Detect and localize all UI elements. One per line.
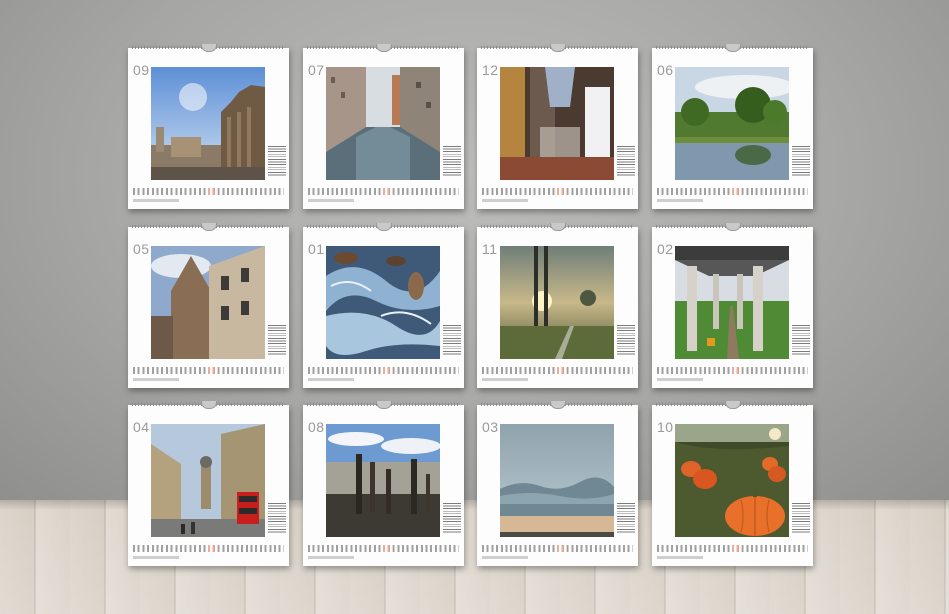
hanger-hook — [376, 401, 392, 409]
old-tower-photo — [151, 246, 265, 359]
city-ruins-photo — [151, 67, 265, 180]
misty-sunrise-photo — [500, 246, 614, 359]
month-number: 07 — [308, 62, 325, 78]
london-street-photo — [151, 424, 265, 537]
day-strip — [657, 545, 808, 552]
canal-photo — [326, 67, 440, 180]
month-number: 06 — [657, 62, 674, 78]
footer-line — [308, 199, 354, 202]
caption-text — [617, 146, 635, 176]
month-number: 02 — [657, 241, 674, 257]
caption-text — [268, 146, 286, 176]
caption-text — [792, 146, 810, 176]
day-strip — [133, 545, 284, 552]
month-number: 04 — [133, 419, 150, 435]
calendar-page: 08 — [303, 401, 464, 566]
calendar-page: 11 — [477, 223, 638, 388]
calendar-page: 10 — [652, 401, 813, 566]
footer-line — [308, 556, 354, 559]
calendar-page: 03 — [477, 401, 638, 566]
caption-text — [443, 503, 461, 533]
caption-text — [617, 325, 635, 355]
calendar-page: 12 — [477, 44, 638, 209]
hanger-hook — [725, 401, 741, 409]
cloud-bank-photo — [500, 424, 614, 537]
hanger-hook — [201, 223, 217, 231]
day-strip — [657, 188, 808, 195]
month-number: 12 — [482, 62, 499, 78]
ice-leaves-photo — [326, 246, 440, 359]
pumpkin-field-photo — [675, 424, 789, 537]
church-interior-photo — [500, 67, 614, 180]
wooden-posts-shore-photo — [326, 424, 440, 537]
caption-text — [617, 503, 635, 533]
footer-line — [133, 378, 179, 381]
caption-text — [443, 146, 461, 176]
hanger-hook — [376, 223, 392, 231]
day-strip — [308, 367, 459, 374]
month-number: 09 — [133, 62, 150, 78]
calendar-page: 04 — [128, 401, 289, 566]
footer-line — [482, 378, 528, 381]
day-strip — [482, 545, 633, 552]
hanger-hook — [201, 401, 217, 409]
hanger-hook — [550, 44, 566, 52]
bridge-pillars-photo — [675, 246, 789, 359]
month-number: 01 — [308, 241, 325, 257]
calendar-page: 07 — [303, 44, 464, 209]
day-strip — [308, 545, 459, 552]
caption-text — [443, 325, 461, 355]
day-strip — [308, 188, 459, 195]
footer-line — [133, 199, 179, 202]
month-number: 05 — [133, 241, 150, 257]
month-number: 10 — [657, 419, 674, 435]
month-number: 03 — [482, 419, 499, 435]
hanger-hook — [550, 401, 566, 409]
hanger-hook — [201, 44, 217, 52]
footer-line — [308, 378, 354, 381]
month-number: 11 — [482, 241, 498, 257]
day-strip — [133, 367, 284, 374]
calendar-page: 02 — [652, 223, 813, 388]
hanger-hook — [550, 223, 566, 231]
footer-line — [657, 556, 703, 559]
day-strip — [657, 367, 808, 374]
footer-line — [657, 199, 703, 202]
hanger-hook — [725, 223, 741, 231]
hanger-hook — [376, 44, 392, 52]
day-strip — [133, 188, 284, 195]
hanger-hook — [725, 44, 741, 52]
caption-text — [792, 325, 810, 355]
calendar-page: 06 — [652, 44, 813, 209]
caption-text — [268, 325, 286, 355]
caption-text — [268, 503, 286, 533]
footer-line — [482, 556, 528, 559]
footer-line — [133, 556, 179, 559]
calendar-page: 09 — [128, 44, 289, 209]
footer-line — [482, 199, 528, 202]
calendar-page: 05 — [128, 223, 289, 388]
footer-line — [657, 378, 703, 381]
calendar-page: 01 — [303, 223, 464, 388]
day-strip — [482, 188, 633, 195]
pond-trees-photo — [675, 67, 789, 180]
day-strip — [482, 367, 633, 374]
caption-text — [792, 503, 810, 533]
month-number: 08 — [308, 419, 325, 435]
